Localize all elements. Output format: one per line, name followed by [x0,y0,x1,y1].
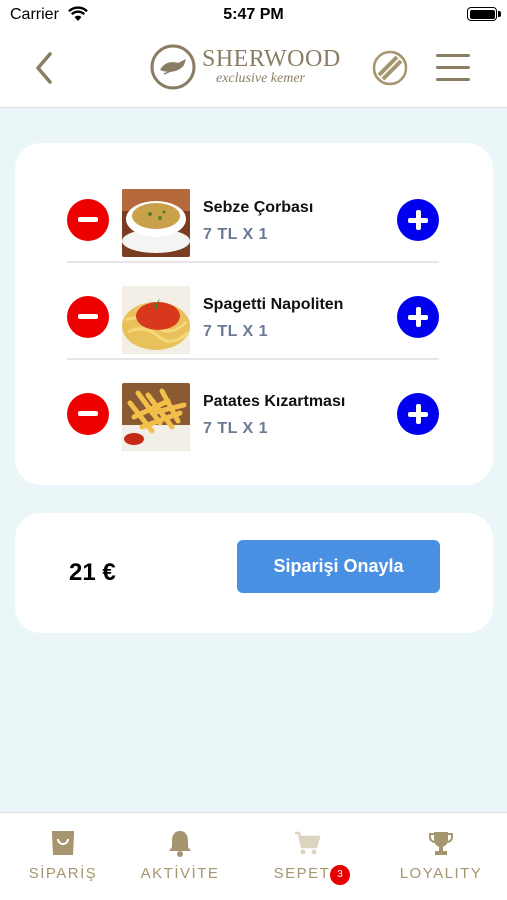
back-button[interactable] [28,48,64,88]
tab-loyality[interactable]: LOYALITY [378,813,504,900]
logo-emblem-icon [150,44,196,90]
tab-siparis[interactable]: SİPARİŞ [0,813,126,900]
battery-icon [467,7,497,21]
soup-image [122,189,190,257]
fries-image [122,383,190,451]
cart-item: Spagetti Napoliten 7 TL X 1 [67,263,439,360]
tab-label: LOYALITY [399,865,483,882]
cart-icon [295,831,321,855]
call-waiter-icon[interactable] [370,48,410,88]
hamburger-menu-icon[interactable] [436,54,470,82]
increase-quantity-button[interactable] [397,199,439,241]
item-price: 7 TL X 1 [203,226,269,243]
logo-name: SHERWOOD [202,46,341,72]
nav-bar: SHERWOOD exclusive kemer [0,30,507,108]
status-bar: Carrier 5:47 PM [0,0,507,30]
item-name: Patates Kızartması [203,393,346,410]
logo-tagline: exclusive kemer [216,71,305,86]
spaghetti-image [122,286,190,354]
tab-aktivite[interactable]: AKTİVİTE [117,813,243,900]
tab-label: AKTİVİTE [140,865,220,882]
decrease-quantity-button[interactable] [67,393,109,435]
tab-label: SİPARİŞ [28,865,98,882]
cart-items-card: Sebze Çorbası 7 TL X 1 Spagetti Napolite… [15,143,493,485]
total-amount: 21 € [69,559,116,586]
tab-sepet[interactable]: SEPET 3 [244,813,370,900]
decrease-quantity-button[interactable] [67,296,109,338]
increase-quantity-button[interactable] [397,296,439,338]
trophy-icon [429,832,453,855]
item-price: 7 TL X 1 [203,323,269,340]
decrease-quantity-button[interactable] [67,199,109,241]
bottom-tab-bar: SİPARİŞ AKTİVİTE SEPET 3 LOYALITY [0,812,507,900]
confirm-order-button[interactable]: Siparişi Onayla [237,540,440,593]
status-time: 5:47 PM [223,6,284,23]
item-price: 7 TL X 1 [203,420,269,437]
item-name: Spagetti Napoliten [203,296,344,313]
cart-item: Patates Kızartması 7 TL X 1 [67,360,439,457]
cart-item: Sebze Çorbası 7 TL X 1 [67,166,439,263]
bag-icon [52,831,74,855]
order-summary-card: 21 € Siparişi Onayla [15,513,493,633]
bell-icon [169,831,191,857]
brand-logo: SHERWOOD exclusive kemer [150,42,340,94]
item-name: Sebze Çorbası [203,199,314,216]
cart-count-badge: 3 [328,863,352,887]
increase-quantity-button[interactable] [397,393,439,435]
